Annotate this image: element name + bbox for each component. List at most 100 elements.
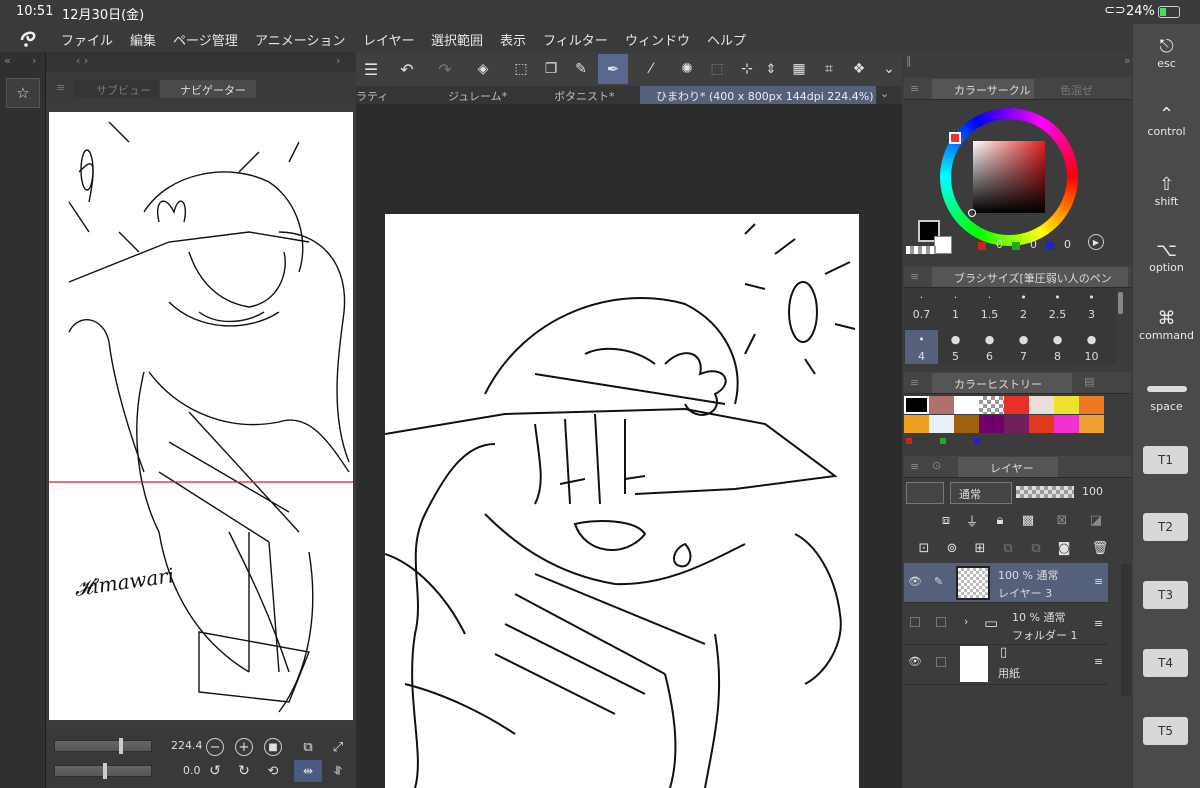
- history-swatch[interactable]: [1054, 415, 1079, 433]
- trash-icon[interactable]: 🗑︎: [1090, 538, 1110, 558]
- nav-arrows-icon[interactable]: ‹ ›: [76, 54, 88, 67]
- loading-icon[interactable]: ✺: [676, 58, 698, 80]
- eye-icon[interactable]: 👁︎: [908, 575, 922, 588]
- reset-zoom-icon[interactable]: ■: [264, 738, 282, 756]
- layer-mask-icon[interactable]: ◙: [1054, 538, 1074, 558]
- material-icon[interactable]: ❖: [848, 58, 870, 80]
- brush-size-2[interactable]: • 2: [1007, 288, 1040, 328]
- tab-doc-2[interactable]: ジュレーム*: [432, 86, 532, 104]
- mesh-icon[interactable]: ⌗: [818, 58, 840, 80]
- brush-scrollbar[interactable]: [1118, 292, 1123, 314]
- grip-icon[interactable]: ≡: [910, 270, 919, 283]
- tab-subview[interactable]: サブビュー: [74, 80, 158, 98]
- brush-size-7[interactable]: ● 7: [1007, 330, 1040, 364]
- menu-icon[interactable]: ☰: [360, 58, 382, 80]
- brush-size-4[interactable]: • 4: [905, 330, 938, 364]
- nav-arrow-right-icon[interactable]: ›: [336, 54, 340, 67]
- redo-icon[interactable]: ↷: [434, 58, 456, 80]
- saturation-square[interactable]: [973, 141, 1045, 213]
- visibility-toggle[interactable]: [910, 617, 920, 627]
- history-swatch[interactable]: [1004, 415, 1029, 433]
- grip-icon[interactable]: ≡: [910, 460, 919, 473]
- zoom-in-icon[interactable]: +: [235, 738, 253, 756]
- history-swatch[interactable]: [979, 396, 1004, 414]
- space-key[interactable]: space: [1133, 382, 1200, 413]
- history-swatch[interactable]: [954, 415, 979, 433]
- new-folder-icon[interactable]: ⊞: [970, 538, 990, 558]
- lock-transparency-icon[interactable]: ▩: [1018, 510, 1038, 530]
- t1-button[interactable]: T1: [1143, 446, 1188, 474]
- menu-edit[interactable]: 編集: [130, 30, 156, 49]
- layer-property-icon[interactable]: ⊙: [932, 459, 941, 472]
- color-picker-marker[interactable]: [968, 209, 976, 217]
- history-swatch[interactable]: [1079, 396, 1104, 414]
- opacity-slider[interactable]: [1016, 486, 1074, 498]
- tab-layer[interactable]: レイヤー: [958, 457, 1058, 477]
- tab-color-history[interactable]: カラーヒストリー: [932, 373, 1072, 393]
- layer-color-toggle[interactable]: [906, 482, 944, 504]
- selection-rect-icon[interactable]: ⬚: [510, 58, 532, 80]
- transform-icon[interactable]: ⊹: [736, 58, 758, 80]
- flip-vertical-icon[interactable]: ⥯: [328, 760, 348, 782]
- fit-screen-icon[interactable]: ⧉: [298, 737, 318, 757]
- tab-brush-size[interactable]: ブラシサイズ[筆圧弱い人のペン: [932, 267, 1128, 287]
- t2-button[interactable]: T2: [1143, 513, 1188, 541]
- tab-doc-active[interactable]: ひまわり* (400 x 800px 144dpi 224.4%): [640, 86, 876, 104]
- chevron-right-icon[interactable]: ›: [964, 615, 968, 628]
- new-raster-layer-icon[interactable]: ⊡: [914, 538, 934, 558]
- play-icon[interactable]: ▶: [1088, 234, 1104, 250]
- control-key[interactable]: ⌃ control: [1133, 104, 1200, 138]
- menu-file[interactable]: ファイル: [61, 30, 113, 49]
- rotate-left-icon[interactable]: ↺: [206, 762, 224, 780]
- history-swatch[interactable]: [929, 415, 954, 433]
- updown-icon[interactable]: ⇕: [762, 58, 780, 80]
- transfer-down-icon[interactable]: ⧉: [998, 538, 1018, 558]
- zoom-out-icon[interactable]: −: [206, 738, 224, 756]
- menu-animation[interactable]: アニメーション: [255, 30, 345, 49]
- hue-marker[interactable]: [949, 132, 961, 144]
- history-swatch[interactable]: [904, 396, 929, 414]
- tabs-dropdown-icon[interactable]: ⌄: [880, 87, 889, 100]
- panel-grip-icon[interactable]: ‖: [906, 54, 912, 67]
- favorites-star-icon[interactable]: ☆: [6, 78, 40, 108]
- eye-icon[interactable]: 👁︎: [908, 655, 922, 668]
- canvas-page[interactable]: [385, 214, 859, 788]
- color-set-icon[interactable]: ▤: [1084, 375, 1094, 388]
- blend-mode-select[interactable]: 通常: [950, 482, 1012, 504]
- brush-size-1[interactable]: · 1: [939, 288, 972, 328]
- reference-icon[interactable]: ⏚: [962, 510, 982, 530]
- deselect-icon[interactable]: ⬚: [706, 58, 728, 80]
- brush-size-6[interactable]: ● 6: [973, 330, 1006, 364]
- rotate-right-icon[interactable]: ↻: [235, 762, 253, 780]
- eraser-icon[interactable]: ◈: [472, 58, 494, 80]
- history-swatch[interactable]: [979, 415, 1004, 433]
- layer-row-folder[interactable]: › ▭ 10 % 通常 フォルダー 1 ≡: [904, 605, 1108, 645]
- history-swatch[interactable]: [904, 415, 929, 433]
- copy-icon[interactable]: ❐: [540, 58, 562, 80]
- command-key[interactable]: ⌘ command: [1133, 308, 1200, 342]
- transparent-color[interactable]: [906, 246, 936, 254]
- tab-doc-1[interactable]: ラティ: [356, 86, 426, 104]
- shift-key[interactable]: ⇧ shift: [1133, 174, 1200, 208]
- chevron-down-icon[interactable]: ⌄: [878, 58, 900, 80]
- brush-size-2.5[interactable]: • 2.5: [1041, 288, 1074, 328]
- mask-icon[interactable]: ⊠: [1050, 510, 1074, 530]
- undo-icon[interactable]: ↶: [396, 58, 418, 80]
- brush-size-8[interactable]: ● 8: [1041, 330, 1074, 364]
- grip-icon[interactable]: ≡: [910, 82, 919, 95]
- history-swatch[interactable]: [1029, 396, 1054, 414]
- history-swatch[interactable]: [1029, 415, 1054, 433]
- collapse-left-icon[interactable]: «: [4, 54, 11, 67]
- history-swatch[interactable]: [1079, 415, 1104, 433]
- t4-button[interactable]: T4: [1143, 649, 1188, 677]
- hue-ring[interactable]: [940, 108, 1078, 246]
- drag-handle-icon[interactable]: ≡: [1094, 617, 1103, 630]
- reset-rotate-icon[interactable]: ⟲: [264, 762, 282, 780]
- layer-scrollbar[interactable]: [1121, 564, 1131, 696]
- background-color[interactable]: [934, 236, 952, 254]
- mask-apply-icon[interactable]: ◪: [1084, 510, 1108, 530]
- grip-icon[interactable]: ≡: [910, 376, 919, 389]
- grip-icon[interactable]: ≡: [56, 81, 65, 94]
- flip-horizontal-icon[interactable]: ⇹: [294, 760, 322, 782]
- brush-size-10[interactable]: ● 10: [1075, 330, 1108, 364]
